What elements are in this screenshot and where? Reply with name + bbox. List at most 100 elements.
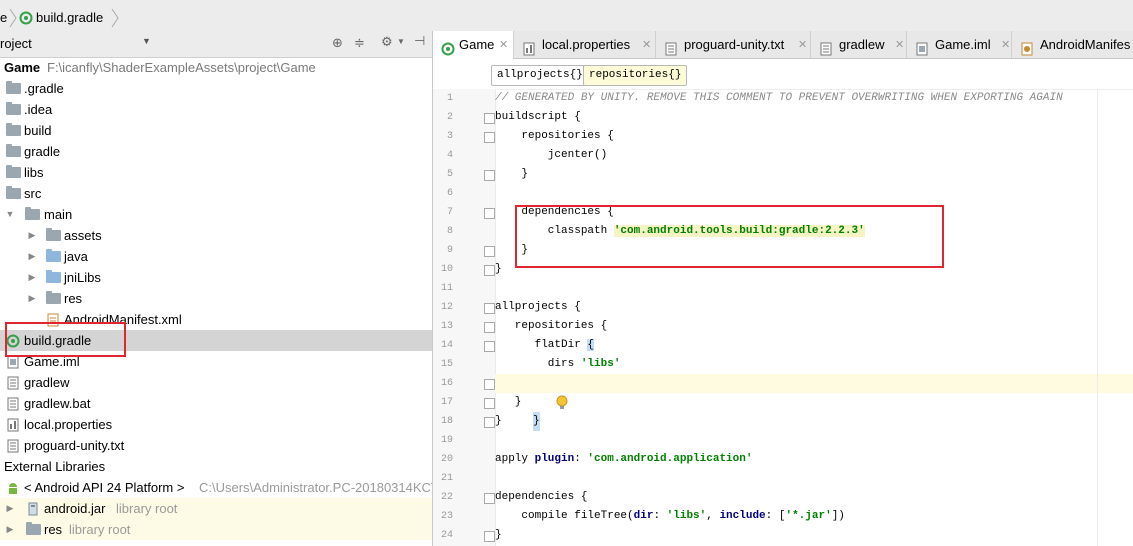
tree-item-idea[interactable]: .idea	[0, 99, 432, 120]
tree-item-jnilibs[interactable]: ▶ jniLibs	[0, 267, 432, 288]
tree-item-assets[interactable]: ▶ assets	[0, 225, 432, 246]
tree-item-java[interactable]: ▶ java	[0, 246, 432, 267]
fold-marker-icon[interactable]	[484, 379, 495, 390]
chevron-down-icon[interactable]: ▼	[142, 36, 151, 46]
tree-item-label: src	[24, 186, 42, 201]
fold-marker-icon[interactable]	[484, 208, 495, 219]
line-number: 20	[440, 454, 453, 465]
code-crumb-repositories[interactable]: repositories{}	[583, 65, 688, 86]
root-module-path: F:\icanfly\ShaderExampleAssets\project\G…	[47, 60, 316, 75]
code-area[interactable]: // GENERATED BY UNITY. REMOVE THIS COMME…	[495, 89, 1133, 546]
collapsed-arrow-icon[interactable]: ▶	[4, 498, 16, 519]
tab-game[interactable]: Game ✕	[433, 31, 514, 59]
fold-marker-icon[interactable]	[484, 531, 495, 542]
tab-android-manifest[interactable]: AndroidManifes	[1012, 31, 1133, 58]
code-crumb-allprojects[interactable]: allprojects{}	[491, 65, 589, 86]
tree-item-label: main	[44, 207, 73, 222]
highlight-box-build-gradle	[5, 322, 126, 357]
close-icon[interactable]: ✕	[895, 31, 904, 59]
tree-item-proguard[interactable]: proguard-unity.txt	[0, 435, 432, 456]
tree-item-label: android.jar	[44, 501, 106, 516]
breadcrumb-file[interactable]: build.gradle	[36, 8, 103, 28]
expanded-arrow-icon[interactable]: ▼	[4, 204, 16, 225]
source-folder-icon	[46, 270, 61, 283]
fold-marker-icon[interactable]	[484, 265, 495, 276]
fold-marker-icon[interactable]	[484, 398, 495, 409]
locate-target-icon[interactable]: ⊕	[332, 35, 343, 51]
project-view-selector[interactable]: roject	[0, 36, 32, 51]
fold-marker-icon[interactable]	[484, 417, 495, 428]
code-keyword: plugin	[534, 453, 575, 465]
breadcrumb-parent[interactable]: e	[0, 8, 7, 28]
gear-dropdown-icon[interactable]: ▼	[397, 37, 405, 46]
fold-marker-icon[interactable]	[484, 132, 495, 143]
gear-icon[interactable]: ⚙	[381, 34, 393, 50]
tree-item-gradlew[interactable]: gradlew	[0, 372, 432, 393]
tree-item-gradle-dir[interactable]: .gradle	[0, 78, 432, 99]
close-icon[interactable]: ✕	[642, 31, 651, 59]
fold-marker-icon[interactable]	[484, 246, 495, 257]
line-number: 21	[440, 473, 453, 484]
code-comment: // GENERATED BY UNITY. REMOVE THIS COMME…	[495, 92, 1063, 104]
editor-tab-bar: Game ✕ local.properties ✕ proguard-unity…	[433, 31, 1133, 59]
tree-item-libs[interactable]: libs	[0, 162, 432, 183]
close-icon[interactable]: ✕	[798, 31, 807, 59]
close-icon[interactable]: ✕	[1001, 31, 1010, 59]
highlight-box-dependencies	[515, 205, 944, 268]
code-text: : [	[765, 510, 786, 522]
collapsed-arrow-icon[interactable]: ▶	[26, 288, 38, 309]
text-file-icon	[6, 375, 20, 390]
tree-item-label: libs	[24, 165, 44, 180]
tree-item-label: gradle	[24, 144, 61, 159]
tree-item-label: External Libraries	[4, 459, 106, 474]
line-number: 2	[446, 112, 453, 123]
code-line-current: }	[495, 374, 1133, 431]
tab-gradlew[interactable]: gradlew ✕	[811, 31, 907, 58]
tree-item-platform[interactable]: < Android API 24 Platform > C:\Users\Adm…	[0, 477, 432, 498]
line-number: 9	[446, 245, 453, 256]
tree-item-gradle[interactable]: gradle	[0, 141, 432, 162]
line-number: 11	[440, 283, 453, 294]
tree-item-gradlew-bat[interactable]: gradlew.bat	[0, 393, 432, 414]
project-pane-header: roject ▼ ⊕ ≑ ⚙ ▼ ⊣	[0, 31, 432, 58]
tree-item-label: proguard-unity.txt	[24, 438, 125, 453]
tree-item-build[interactable]: build	[0, 120, 432, 141]
tree-item-res-lib[interactable]: ▶ res library root	[0, 519, 432, 540]
fold-marker-icon[interactable]	[484, 493, 495, 504]
fold-marker-icon[interactable]	[484, 170, 495, 181]
tree-external-libraries[interactable]: External Libraries	[0, 456, 432, 477]
code-line: compile fileTree(dir: 'libs', include: […	[495, 507, 1133, 526]
collapsed-arrow-icon[interactable]: ▶	[4, 519, 16, 540]
tab-proguard[interactable]: proguard-unity.txt ✕	[656, 31, 811, 58]
fold-marker-icon[interactable]	[484, 303, 495, 314]
tree-item-main[interactable]: ▼ main	[0, 204, 432, 225]
line-number: 7	[446, 207, 453, 218]
collapsed-arrow-icon[interactable]: ▶	[26, 246, 38, 267]
tree-item-src[interactable]: src	[0, 183, 432, 204]
tab-label: Game.iml	[935, 37, 991, 52]
code-line: dirs 'libs'	[495, 355, 1133, 374]
tree-item-local-properties[interactable]: local.properties	[0, 414, 432, 435]
collapsed-arrow-icon[interactable]: ▶	[26, 225, 38, 246]
line-number: 4	[446, 150, 453, 161]
fold-marker-icon[interactable]	[484, 341, 495, 352]
close-icon[interactable]: ✕	[499, 31, 508, 59]
collapsed-arrow-icon[interactable]: ▶	[26, 267, 38, 288]
tree-root-game[interactable]: Game F:\icanfly\ShaderExampleAssets\proj…	[0, 57, 432, 78]
folder-icon	[6, 165, 21, 178]
properties-file-icon	[6, 417, 20, 432]
tab-game-iml[interactable]: Game.iml ✕	[907, 31, 1012, 58]
code-text: ])	[831, 510, 845, 522]
platform-path: C:\Users\Administrator.PC-20180314KCT	[199, 480, 433, 495]
tab-local-properties[interactable]: local.properties ✕	[514, 31, 656, 58]
tree-item-android-jar[interactable]: ▶ android.jar library root	[0, 498, 432, 519]
code-line: }	[495, 415, 502, 427]
line-number: 5	[446, 169, 453, 180]
library-root-note: library root	[69, 522, 131, 537]
fold-marker-icon[interactable]	[484, 322, 495, 333]
collapse-all-icon[interactable]: ≑	[354, 35, 365, 51]
hide-panel-icon[interactable]: ⊣	[414, 33, 425, 49]
tree-item-res[interactable]: ▶ res	[0, 288, 432, 309]
fold-marker-icon[interactable]	[484, 113, 495, 124]
breadcrumb-separator-icon	[8, 8, 18, 28]
